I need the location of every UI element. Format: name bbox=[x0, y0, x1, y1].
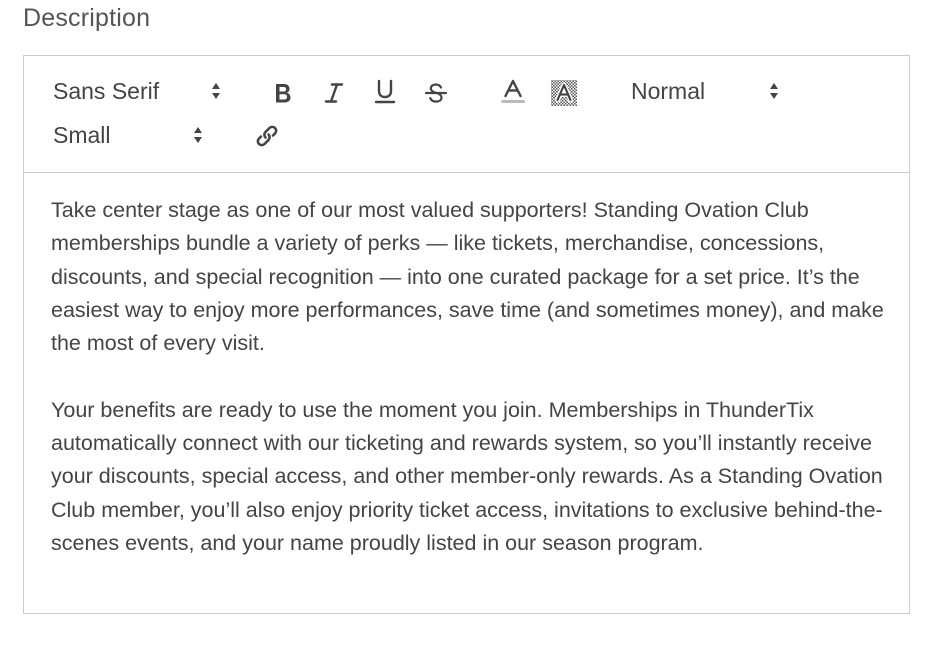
updown-arrows-icon bbox=[194, 127, 202, 143]
background-color-button[interactable] bbox=[548, 77, 580, 109]
text-color-icon bbox=[501, 79, 525, 103]
underline-button[interactable] bbox=[369, 76, 401, 108]
bold-button[interactable] bbox=[267, 77, 299, 109]
content-paragraph-1: Take center stage as one of our most val… bbox=[51, 198, 884, 356]
content-paragraph-2: Your benefits are ready to use the momen… bbox=[51, 397, 883, 555]
link-button[interactable] bbox=[251, 120, 283, 152]
font-picker[interactable]: Sans Serif bbox=[53, 76, 223, 106]
text-color-button[interactable] bbox=[497, 76, 529, 108]
editor-content[interactable]: Take center stage as one of our most val… bbox=[51, 194, 891, 560]
strikethrough-button[interactable] bbox=[420, 77, 452, 109]
italic-button[interactable] bbox=[318, 77, 350, 109]
size-picker[interactable]: Small bbox=[53, 120, 213, 150]
strikethrough-icon bbox=[424, 83, 448, 103]
updown-arrows-icon bbox=[212, 83, 220, 99]
font-picker-value: Sans Serif bbox=[53, 78, 160, 104]
editor-toolbar: Sans Serif Normal Small bbox=[24, 56, 909, 173]
header-picker[interactable]: Normal bbox=[631, 76, 791, 106]
bold-icon bbox=[276, 84, 291, 103]
italic-icon bbox=[324, 83, 344, 103]
underline-icon bbox=[374, 79, 396, 104]
description-label: Description bbox=[23, 4, 151, 32]
rich-text-editor: Sans Serif Normal Small Take center stag… bbox=[23, 55, 910, 614]
link-icon bbox=[256, 125, 278, 147]
size-picker-value: Small bbox=[53, 122, 111, 148]
updown-arrows-icon bbox=[770, 83, 778, 99]
background-color-icon bbox=[551, 80, 577, 106]
header-picker-value: Normal bbox=[631, 78, 706, 104]
